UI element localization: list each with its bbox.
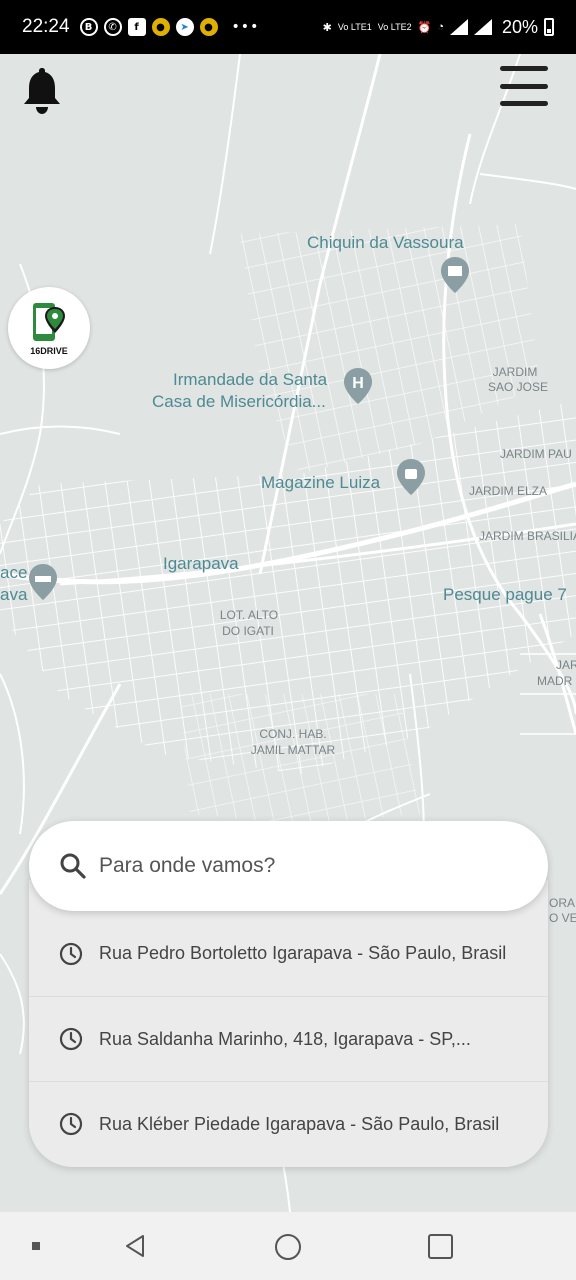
hamburger-menu-button[interactable] xyxy=(500,64,548,108)
map-label-lot-alto-1: LOT. ALTO xyxy=(219,608,279,622)
recent-apps-icon[interactable] xyxy=(428,1234,453,1259)
battery-percent: 20% xyxy=(501,16,538,37)
status-bar: 22:24 B ✆ f ● ➤ ● ••• ✱ Vo LTE1 Vo LTE2 … xyxy=(0,0,576,54)
status-time: 22:24 xyxy=(22,16,70,37)
map-label-jardim-sao-jose-2: SAO JOSE xyxy=(487,380,549,394)
wifi-icon: ◔ xyxy=(437,21,444,33)
bluetooth-icon: ✱ xyxy=(322,21,332,34)
map-label-igarapava: Igarapava xyxy=(163,554,239,573)
map-label-magazine: Magazine Luiza xyxy=(261,473,381,492)
telegram-icon: ➤ xyxy=(175,18,194,36)
whatsapp-icon: ✆ xyxy=(103,18,122,36)
more-notifications-icon: ••• xyxy=(231,19,260,35)
map-label-ora-1: ORA xyxy=(549,896,576,910)
notifications-bell-icon[interactable] xyxy=(22,66,62,114)
app-notification-icon: ● xyxy=(151,18,170,36)
volte2-icon: Vo LTE2 xyxy=(377,21,412,32)
volte1-icon: Vo LTE1 xyxy=(337,21,372,32)
map-label-irmandade-1: Irmandade da Santa xyxy=(173,370,328,389)
shop-pin-icon xyxy=(441,257,469,293)
home-icon[interactable] xyxy=(275,1234,301,1260)
menu-bar xyxy=(500,101,548,106)
hospital-pin-icon: H xyxy=(344,368,372,404)
clock-icon xyxy=(59,1112,83,1136)
menu-bar xyxy=(500,66,548,71)
search-placeholder: Para onde vamos? xyxy=(99,854,276,877)
signal-icon-2 xyxy=(473,19,492,35)
recent-place-item[interactable]: Rua Pedro Bortoletto Igarapava - São Pau… xyxy=(29,911,548,996)
recent-place-item[interactable]: Rua Kléber Piedade Igarapava - São Paulo… xyxy=(29,1081,548,1166)
nav-indicator-icon xyxy=(32,1242,40,1250)
map-label-ava: ava xyxy=(0,585,28,604)
app-logo[interactable]: 16DRIVE xyxy=(8,287,90,369)
map-label-conj-hab-2: JAMIL MATTAR xyxy=(250,743,336,757)
clock-icon xyxy=(59,1027,83,1051)
system-navigation-bar xyxy=(0,1212,576,1280)
destination-search-input[interactable]: Para onde vamos? xyxy=(29,821,548,911)
map-label-conj-hab-1: CONJ. HAB. xyxy=(259,727,327,741)
map-label-jar-madr-2: MADR xyxy=(537,674,573,688)
clock-icon xyxy=(59,942,83,965)
hotel-pin-icon xyxy=(29,564,57,600)
b-app-icon: B xyxy=(79,18,98,36)
map-label-jar-madr-1: JAR xyxy=(556,658,576,672)
app-notification-icon-2: ● xyxy=(199,18,218,36)
signal-icon-1 xyxy=(449,19,468,35)
map-label-lot-alto-2: DO IGATI xyxy=(222,624,274,638)
map-label-pesque: Pesque pague 7 xyxy=(443,585,567,604)
map-label-jardim-sao-jose-1: JARDIM xyxy=(492,365,538,379)
battery-icon xyxy=(544,18,554,36)
back-icon[interactable] xyxy=(123,1234,147,1258)
phone-location-icon xyxy=(33,302,65,341)
map-label-jardim-brasilia: JARDIM BRASILIA xyxy=(479,529,576,543)
svg-text:H: H xyxy=(352,375,364,392)
notification-icons: B ✆ f ● ➤ ● ••• xyxy=(79,18,260,36)
recent-place-label: Rua Pedro Bortoletto Igarapava - São Pau… xyxy=(99,943,507,963)
system-icons: ✱ Vo LTE1 Vo LTE2 ⏰ ◔ 20% xyxy=(323,17,554,38)
facebook-icon: f xyxy=(127,18,146,36)
alarm-icon: ⏰ xyxy=(417,21,432,34)
map-label-jardim-elza: JARDIM ELZA xyxy=(469,484,548,498)
logo-text: 16DRIVE xyxy=(30,345,68,356)
map-label-jardim-pau: JARDIM PAU xyxy=(500,447,572,461)
search-icon xyxy=(60,853,86,879)
menu-bar xyxy=(500,83,548,89)
store-pin-icon xyxy=(397,459,425,495)
map-label-ora-2: O VER xyxy=(549,911,576,925)
recent-place-label: Rua Saldanha Marinho, 418, Igarapava - S… xyxy=(99,1028,471,1049)
map-label-chiquin: Chiquin da Vassoura xyxy=(307,233,464,252)
map-label-irmandade-2: Casa de Misericórdia... xyxy=(152,392,326,411)
recent-place-label: Rua Kléber Piedade Igarapava - São Paulo… xyxy=(99,1113,500,1134)
map-label-ace: ace xyxy=(0,563,28,582)
recent-place-item[interactable]: Rua Saldanha Marinho, 418, Igarapava - S… xyxy=(29,996,548,1081)
